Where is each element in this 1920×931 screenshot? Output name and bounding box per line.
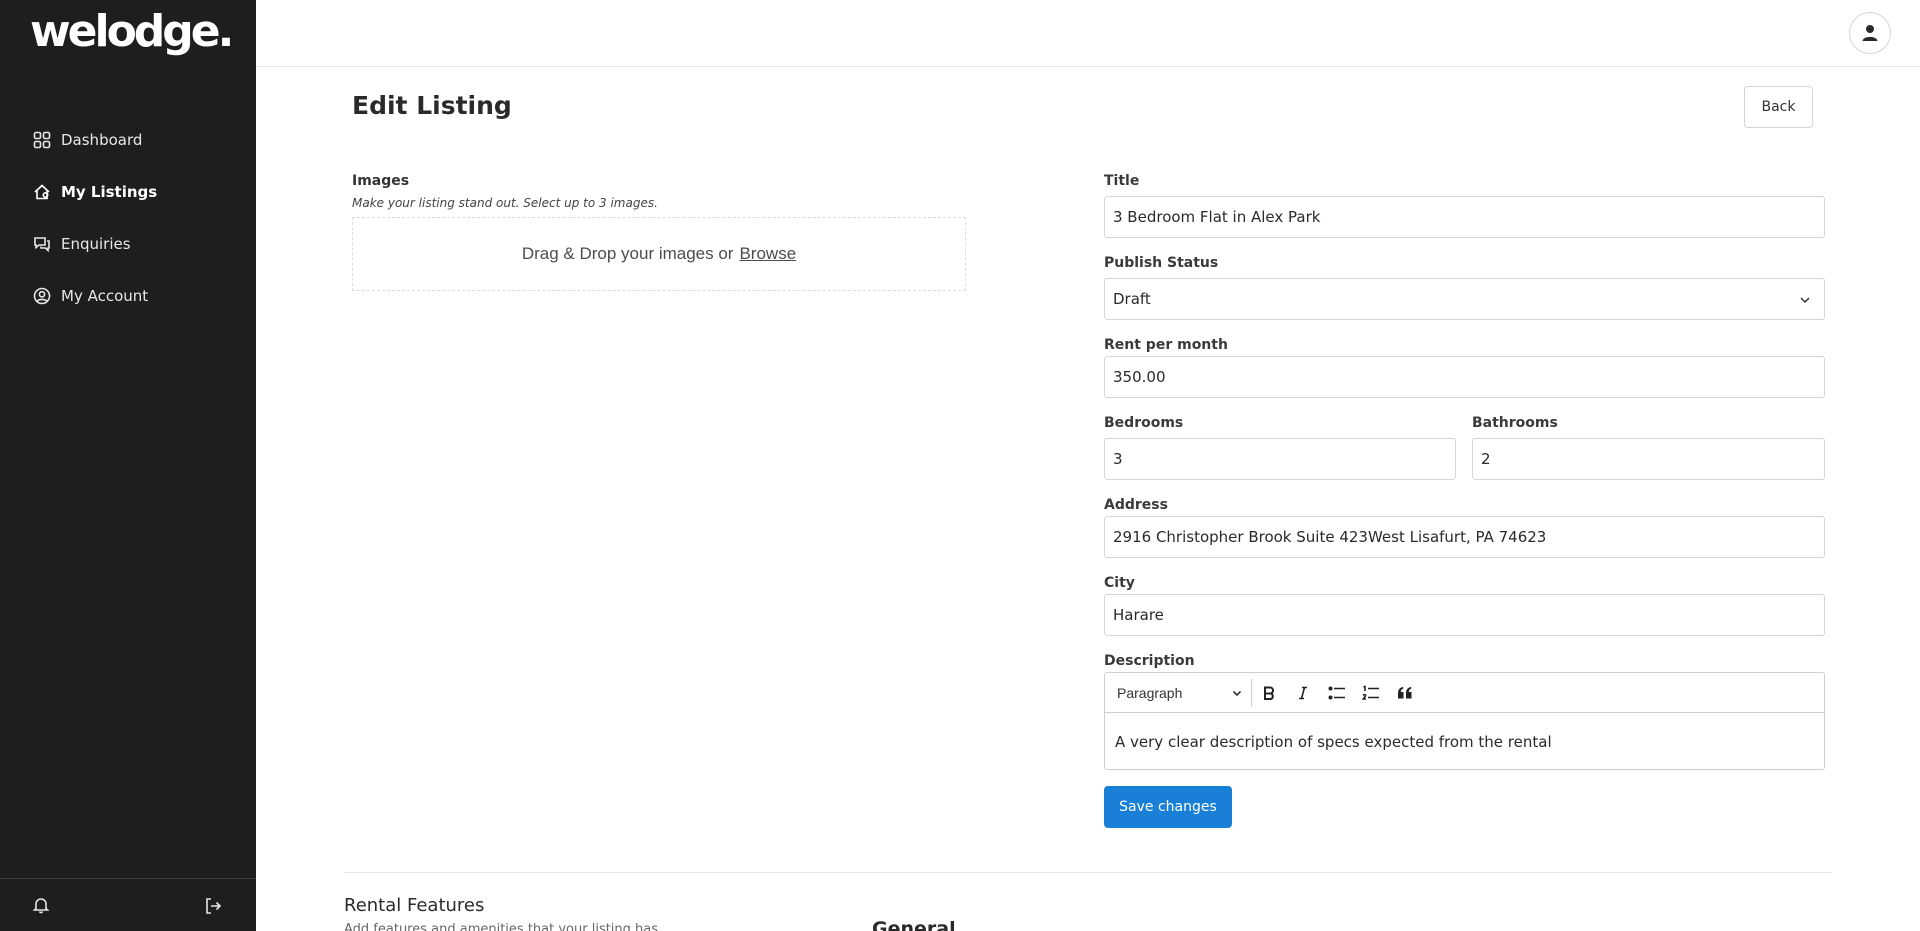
- address-label: Address: [1104, 497, 1168, 513]
- user-icon: [1862, 25, 1878, 41]
- rent-label: Rent per month: [1104, 337, 1228, 353]
- block-format-dropdown[interactable]: Paragraph: [1117, 678, 1252, 707]
- sidebar-item-dashboard[interactable]: Dashboard: [0, 114, 256, 166]
- images-hint: Make your listing stand out. Select up t…: [352, 196, 658, 210]
- listings-icon: [34, 184, 50, 200]
- account-icon: [33, 287, 51, 305]
- bathrooms-value: 2: [1481, 450, 1491, 468]
- chevron-down-icon: [1800, 297, 1810, 304]
- city-value: Harare: [1113, 606, 1164, 624]
- page-title: Edit Listing: [352, 91, 512, 120]
- save-changes-button[interactable]: Save changes: [1104, 786, 1232, 828]
- address-value: 2916 Christopher Brook Suite 423West Lis…: [1113, 528, 1547, 546]
- sidebar-item-label: Enquiries: [61, 235, 131, 253]
- italic-button[interactable]: [1286, 679, 1320, 707]
- description-editor: Paragraph A very clear description of sp…: [1104, 672, 1825, 770]
- numbered-list-button[interactable]: [1354, 679, 1388, 707]
- title-value: 3 Bedroom Flat in Alex Park: [1113, 208, 1321, 226]
- image-dropzone[interactable]: Drag & Drop your images or Browse: [352, 217, 966, 291]
- city-input[interactable]: Harare: [1104, 594, 1825, 636]
- sidebar-nav: Dashboard My Listings Enquiries My Accou…: [0, 114, 256, 322]
- bedrooms-input[interactable]: 3: [1104, 438, 1456, 480]
- browse-link[interactable]: Browse: [739, 244, 796, 264]
- rental-features-title: Rental Features: [344, 895, 485, 916]
- sidebar-item-label: My Listings: [61, 183, 158, 201]
- bold-icon: [1264, 686, 1274, 700]
- numbered-list-icon: [1362, 684, 1379, 700]
- logout-icon[interactable]: [203, 896, 223, 916]
- sidebar-item-enquiries[interactable]: Enquiries: [0, 218, 256, 270]
- block-quote-button[interactable]: [1388, 679, 1422, 707]
- bedrooms-label: Bedrooms: [1104, 415, 1184, 431]
- city-label: City: [1104, 575, 1135, 591]
- description-textarea[interactable]: A very clear description of specs expect…: [1105, 713, 1824, 770]
- description-value: A very clear description of specs expect…: [1115, 732, 1552, 751]
- bulleted-list-icon: [1328, 685, 1345, 700]
- bell-icon[interactable]: [32, 896, 50, 914]
- user-avatar-button[interactable]: [1849, 12, 1891, 54]
- rent-input[interactable]: 350.00: [1104, 356, 1825, 398]
- rent-value: 350.00: [1113, 368, 1166, 386]
- bulleted-list-button[interactable]: [1320, 679, 1354, 707]
- sidebar: welodge. Dashboard My Listings Enquiries: [0, 0, 256, 931]
- sidebar-footer: [0, 878, 256, 931]
- publish-status-label: Publish Status: [1104, 255, 1219, 271]
- section-divider: [344, 872, 1831, 873]
- sidebar-item-label: My Account: [61, 287, 149, 305]
- bathrooms-label: Bathrooms: [1472, 415, 1558, 431]
- editor-toolbar: Paragraph: [1105, 673, 1824, 713]
- rental-features-hint: Add features and amenities that your lis…: [344, 922, 659, 931]
- address-input[interactable]: 2916 Christopher Brook Suite 423West Lis…: [1104, 516, 1825, 558]
- app-logo[interactable]: welodge.: [30, 8, 234, 56]
- sidebar-item-my-listings[interactable]: My Listings: [0, 166, 256, 218]
- sidebar-item-my-account[interactable]: My Account: [0, 270, 256, 322]
- general-features-title: General: [872, 918, 956, 931]
- back-button[interactable]: Back: [1744, 86, 1813, 128]
- publish-status-select[interactable]: Draft: [1104, 278, 1825, 320]
- sidebar-item-label: Dashboard: [61, 131, 143, 149]
- images-label: Images: [352, 173, 410, 189]
- dashboard-icon: [33, 131, 51, 149]
- bold-button[interactable]: [1252, 679, 1286, 707]
- italic-icon: [1299, 686, 1307, 699]
- chevron-down-icon: [1232, 690, 1242, 696]
- bathrooms-input[interactable]: 2: [1472, 438, 1825, 480]
- description-label: Description: [1104, 653, 1195, 669]
- top-bar: [256, 0, 1920, 67]
- title-input[interactable]: 3 Bedroom Flat in Alex Park: [1104, 196, 1825, 238]
- quote-icon: [1398, 686, 1412, 698]
- title-label: Title: [1104, 173, 1140, 189]
- dropzone-text: Drag & Drop your images or: [521, 244, 734, 263]
- block-format-value: Paragraph: [1117, 684, 1183, 701]
- bedrooms-value: 3: [1113, 450, 1123, 468]
- enquiries-icon: [34, 237, 50, 253]
- publish-status-value: Draft: [1113, 290, 1151, 308]
